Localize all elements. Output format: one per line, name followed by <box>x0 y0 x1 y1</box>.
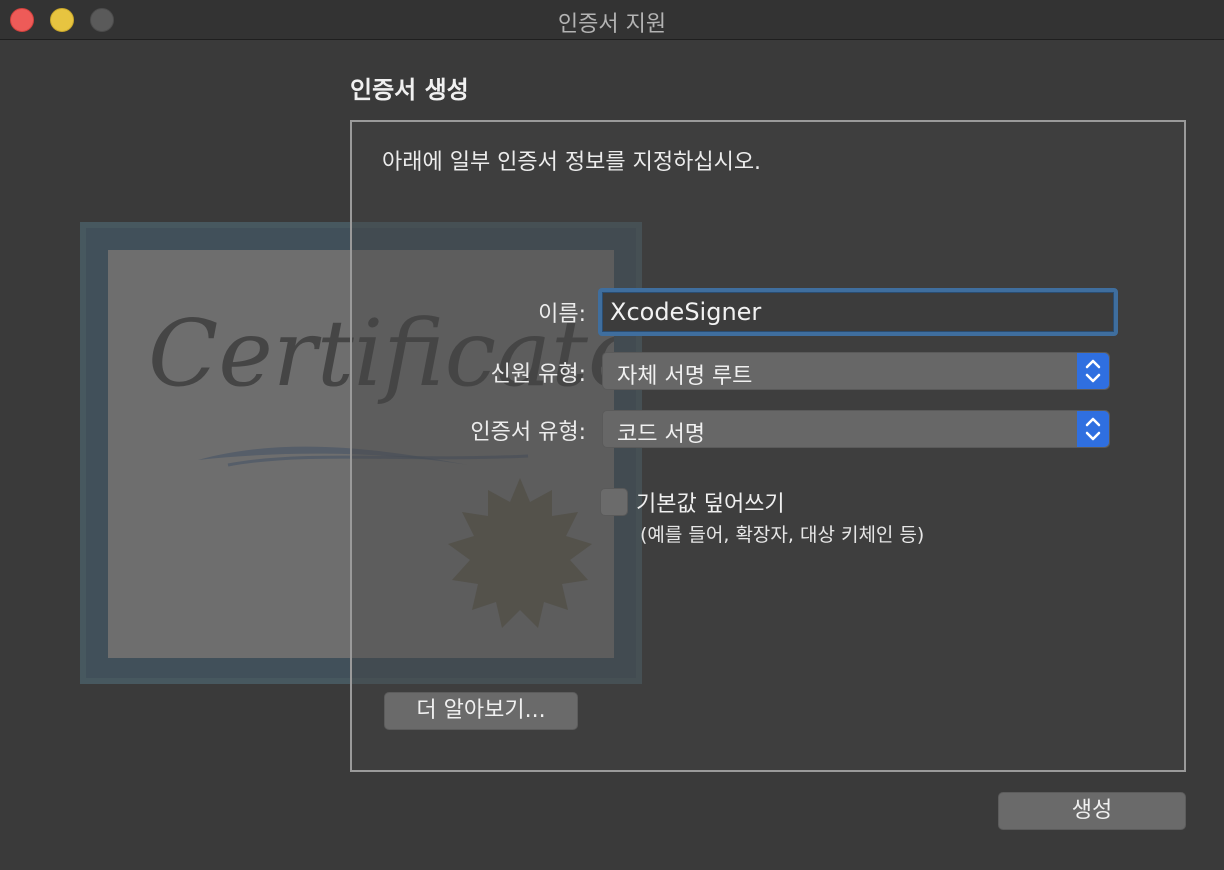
identity-type-label: 신원 유형: <box>490 362 586 387</box>
identity-type-select[interactable]: 자체 서명 루트 <box>602 352 1110 390</box>
window-title: 인증서 지원 <box>557 12 667 37</box>
override-defaults-hint: (예를 들어, 확장자, 대상 키체인 등) <box>640 524 925 546</box>
certificate-type-label: 인증서 유형: <box>470 420 586 445</box>
popup-stepper-icon <box>1077 411 1109 447</box>
section-title: 인증서 생성 <box>350 76 469 104</box>
name-input[interactable]: XcodeSigner <box>598 288 1118 336</box>
learn-more-button[interactable]: 더 알아보기... <box>384 692 578 730</box>
name-label: 이름: <box>538 302 586 327</box>
create-button[interactable]: 생성 <box>998 792 1186 830</box>
title-bar: 인증서 지원 <box>0 0 1224 40</box>
override-defaults-checkbox[interactable] <box>600 488 628 516</box>
instruction-text: 아래에 일부 인증서 정보를 지정하십시오. <box>382 150 762 175</box>
certificate-type-value: 코드 서명 <box>617 422 705 447</box>
identity-type-value: 자체 서명 루트 <box>617 364 753 389</box>
popup-stepper-icon <box>1077 353 1109 389</box>
certificate-type-select[interactable]: 코드 서명 <box>602 410 1110 448</box>
override-defaults-label[interactable]: 기본값 덮어쓰기 <box>636 486 785 518</box>
